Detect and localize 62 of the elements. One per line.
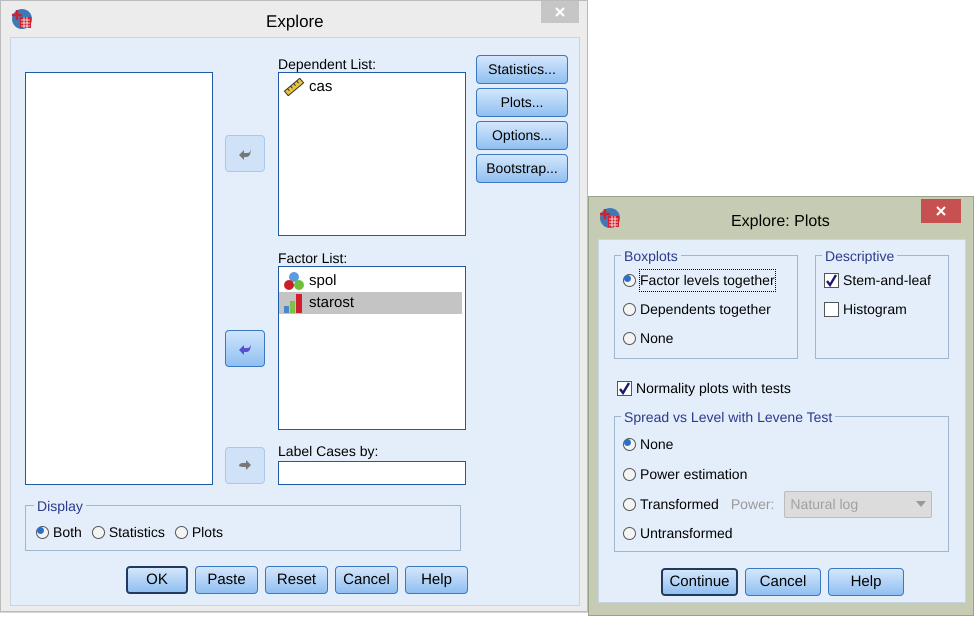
radio-button[interactable] (36, 526, 49, 538)
field-label: Dependent List: (278, 55, 378, 72)
option-label: Histogram (843, 300, 907, 319)
option-label: None (640, 329, 674, 348)
label-cases-field[interactable] (278, 461, 466, 485)
dialog-button[interactable]: Help (828, 568, 904, 596)
field-label: Label Cases by: (278, 442, 380, 461)
radio-button[interactable] (623, 468, 636, 481)
dialog-button[interactable]: Cancel (745, 568, 821, 596)
variable-name: starost (309, 292, 354, 313)
option-label: Both (53, 522, 82, 542)
dialog-button[interactable]: Plots... (476, 88, 568, 117)
radio-button[interactable] (92, 526, 105, 538)
option-label: Statistics (108, 522, 165, 542)
window-title: Explore: Plots (731, 212, 830, 232)
dialog-button[interactable]: Continue (661, 568, 738, 596)
option-label: None (640, 435, 674, 454)
option-label: Transformed (640, 494, 719, 514)
option-label: Factor levels together (640, 270, 775, 291)
radio-button[interactable] (623, 274, 636, 287)
app-icon (599, 207, 621, 229)
radio-button[interactable] (623, 498, 636, 510)
close-icon (936, 206, 946, 216)
option-label: Stem-and-leaf (843, 271, 931, 290)
option-label: Untransformed (640, 524, 733, 543)
field-label: Factor List: (278, 249, 348, 266)
radio-button[interactable] (623, 332, 636, 345)
list-item[interactable]: spol (279, 270, 462, 292)
variable-name: spol (309, 270, 337, 291)
dialog-button[interactable]: Bootstrap... (476, 154, 568, 183)
radio-button[interactable] (174, 526, 188, 538)
list-item[interactable]: starost (279, 292, 462, 314)
dependent-list[interactable]: cas (278, 72, 466, 236)
dialog-button[interactable]: Statistics... (476, 55, 568, 84)
radio-button[interactable] (623, 527, 636, 540)
dialog-button[interactable]: OK (126, 566, 188, 594)
close-button[interactable] (921, 199, 961, 223)
dropdown-arrow-icon (916, 501, 926, 507)
option-label: Dependents together (640, 300, 771, 319)
radio-button[interactable] (623, 303, 636, 316)
circles-icon (283, 271, 305, 291)
list-item[interactable]: cas (279, 76, 465, 98)
app-icon (11, 8, 33, 30)
checkbox[interactable] (824, 273, 839, 288)
variable-name: cas (309, 76, 332, 97)
move-arrow-button[interactable] (225, 330, 265, 367)
field-label: Power: (730, 494, 774, 514)
dialog-button[interactable]: Reset (265, 566, 328, 594)
window-title: Explore (266, 11, 324, 33)
dialog-button[interactable]: Cancel (335, 566, 398, 594)
factor-list[interactable]: spol starost (278, 266, 466, 430)
dialog-button[interactable]: Help (405, 566, 468, 594)
bar-chart-icon (283, 293, 305, 313)
checkbox[interactable] (824, 302, 839, 317)
radio-button[interactable] (623, 438, 636, 451)
dialog-button[interactable]: Options... (476, 121, 568, 150)
option-label: Normality plots with tests (636, 379, 791, 398)
close-icon (555, 7, 565, 17)
option-label: Power estimation (640, 465, 748, 484)
checkbox[interactable] (617, 381, 632, 396)
dialog-button[interactable]: Paste (195, 566, 258, 594)
option-label: Plots (192, 522, 223, 542)
